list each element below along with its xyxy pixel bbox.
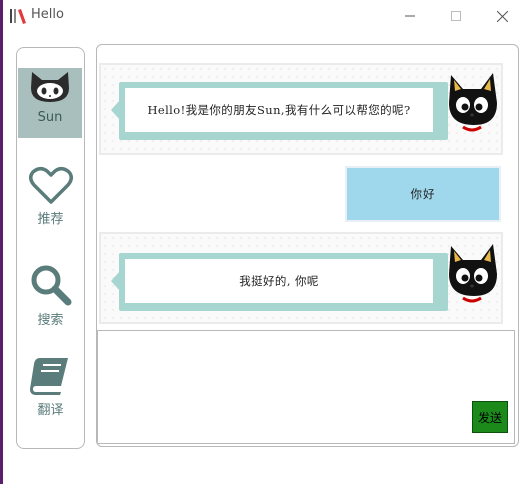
message-bubble: Hello!我是你的朋友Sun,我有什么可以帮您的呢? (111, 82, 448, 140)
send-button[interactable]: 发送 (472, 401, 508, 433)
heart-icon (28, 167, 73, 204)
message-text: 我挺好的, 你呢 (125, 259, 433, 303)
sidebar-item-recommend[interactable]: 推荐 (17, 166, 84, 236)
minimize-icon (405, 15, 415, 17)
maximize-icon (451, 11, 461, 21)
title-bar: Hello (3, 0, 527, 32)
close-button[interactable] (479, 0, 525, 32)
book-icon (29, 358, 68, 395)
cat-avatar-icon (449, 244, 497, 303)
minimize-button[interactable] (387, 0, 433, 32)
message-input[interactable] (97, 330, 515, 444)
sidebar-item-label: Sun (37, 110, 63, 125)
sidebar-item-label: 推荐 (37, 212, 64, 227)
user-message: 你好 (345, 166, 501, 222)
sidebar-item-search[interactable]: 搜索 (17, 263, 84, 333)
close-icon (496, 10, 508, 22)
window-title: Hello (31, 7, 64, 22)
bubble-tail (111, 271, 120, 291)
app-window: Hello Sun 推荐 搜索 翻译 Hello!我是你的朋友Sun,我有什么可… (3, 0, 527, 484)
sidebar-item-label: 搜索 (37, 313, 64, 328)
message-text: Hello!我是你的朋友Sun,我有什么可以帮您的呢? (125, 88, 433, 132)
bot-message: Hello!我是你的朋友Sun,我有什么可以帮您的呢? (99, 63, 503, 155)
cat-avatar-icon (449, 73, 497, 132)
sidebar-item-translate[interactable]: 翻译 (17, 355, 84, 425)
message-bubble: 我挺好的, 你呢 (111, 253, 448, 311)
sidebar-item-sun[interactable]: Sun (18, 68, 82, 138)
chat-panel: Hello!我是你的朋友Sun,我有什么可以帮您的呢? 你好 我挺好的, 你呢 (96, 44, 519, 447)
search-icon (31, 265, 71, 306)
octocat-icon (31, 72, 69, 102)
bot-message: 我挺好的, 你呢 (99, 232, 503, 324)
bubble-tail (111, 100, 120, 120)
app-logo-icon (10, 9, 26, 24)
sidebar: Sun 推荐 搜索 翻译 (16, 47, 85, 449)
maximize-button[interactable] (433, 0, 479, 32)
sidebar-item-label: 翻译 (37, 403, 64, 418)
